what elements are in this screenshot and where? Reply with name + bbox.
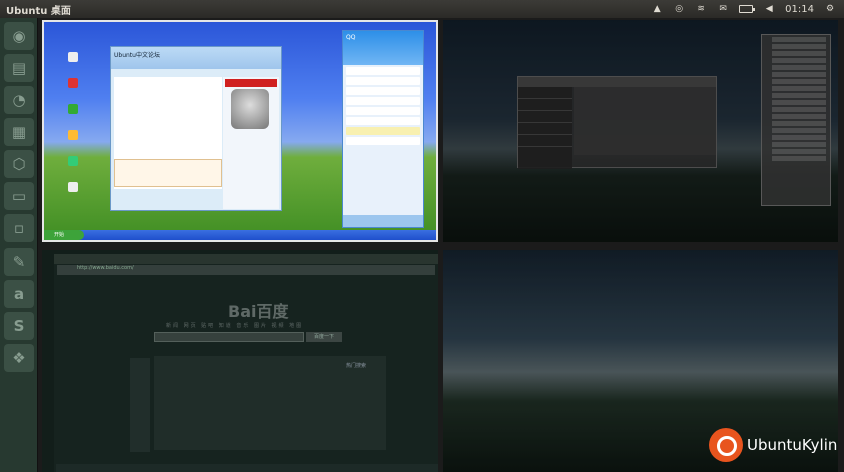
qq-toolbar[interactable] [343,215,423,227]
sogou-icon[interactable]: S [4,312,34,340]
brand-text: UbuntuKylin [747,436,838,454]
list-item[interactable] [346,137,420,145]
volume-icon[interactable]: ◀ [763,4,775,15]
dash-icon[interactable]: ◉ [4,22,34,50]
inactive-overlay [42,250,438,472]
list-item[interactable] [346,77,420,85]
chat-title: Ubuntu中文论坛 [111,47,281,69]
ad-banner [225,79,277,87]
window-title: Ubuntu 桌面 [6,5,71,17]
list-item[interactable] [346,87,420,95]
gear-icon[interactable]: ⚙ [824,4,836,15]
files-icon[interactable]: ▤ [4,54,34,82]
qq-desktop-icon[interactable] [68,78,78,88]
qq-main-window[interactable]: QQ [342,30,424,228]
firefox-icon[interactable]: ◔ [4,86,34,114]
chat-ad-panel [223,77,279,209]
xp-taskbar[interactable] [44,230,436,240]
clock[interactable]: 01:14 [785,4,814,15]
list-item[interactable] [346,67,420,75]
ubuntukylin-logo: UbuntuKylin [709,428,837,462]
document-icon[interactable] [68,156,78,166]
start-button[interactable]: 开始 [44,230,84,240]
mail-icon[interactable]: ✉ [717,4,729,15]
list-item[interactable] [346,127,420,135]
wifi-icon[interactable]: ≋ [695,4,707,15]
text-editor-icon[interactable]: ✎ [4,248,34,276]
qq-chat-window[interactable]: Ubuntu中文论坛 [110,46,282,211]
workspace-3[interactable]: http://www.baidu.com/ Bai百度 新闻 网页 贴吧 知道 … [42,250,438,472]
launcher: ◉ ▤ ◔ ▦ ⬡ ▭ ▫ ✎ a S ❖ [0,18,38,472]
terminal-icon[interactable]: ▫ [4,214,34,242]
qq-window-title: QQ [343,31,423,65]
start-label: 开始 [54,232,65,238]
recycle-bin-icon[interactable] [68,104,78,114]
list-item[interactable] [346,117,420,125]
battery-icon[interactable] [739,5,756,13]
workspace-1[interactable]: Ubuntu中文论坛 QQ 开始 [42,20,438,242]
shortcut-icon[interactable] [68,182,78,192]
workspace-2[interactable] [443,20,838,242]
system-settings-icon[interactable]: ▭ [4,182,34,210]
qq-tray-icon[interactable]: ◎ [673,4,685,15]
account-icon[interactable]: a [4,280,34,308]
software-center-icon[interactable]: ⬡ [4,150,34,178]
chat-input[interactable] [114,159,222,187]
indicator-area: ▲ ◎ ≋ ✉ ◀ 01:14 ⚙ [651,4,844,15]
folder-icon[interactable] [68,130,78,140]
list-item[interactable] [346,97,420,105]
top-panel: Ubuntu 桌面 ▲ ◎ ≋ ✉ ◀ 01:14 ⚙ [0,0,844,18]
keyboard-icon[interactable]: ▲ [651,4,663,15]
office-icon[interactable]: ▦ [4,118,34,146]
workspace-switcher-icon[interactable]: ❖ [4,344,34,372]
list-item[interactable] [346,107,420,115]
inactive-overlay [443,20,838,242]
computer-icon[interactable] [68,52,78,62]
ubuntu-logo-icon [709,428,743,462]
product-image [231,89,269,129]
